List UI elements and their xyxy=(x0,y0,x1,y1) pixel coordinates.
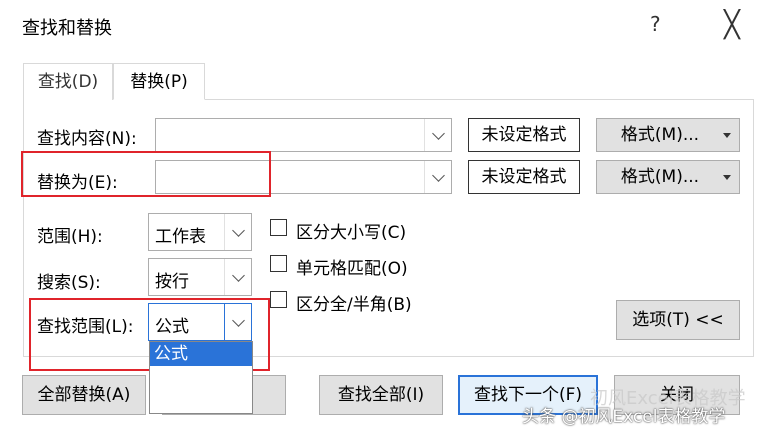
find-format-button[interactable]: 格式(M)... xyxy=(596,118,740,152)
replace-all-button[interactable]: 全部替换(A) xyxy=(22,375,146,415)
match-entire-checkbox[interactable] xyxy=(270,255,287,272)
chevron-down-icon[interactable] xyxy=(424,161,451,193)
search-select[interactable]: 按行 xyxy=(148,258,252,296)
replace-format-button[interactable]: 格式(M)... xyxy=(596,160,740,194)
close-icon[interactable]: ╳ xyxy=(714,8,750,44)
options-button[interactable]: 选项(T) << xyxy=(616,300,740,340)
chevron-down-icon[interactable] xyxy=(224,259,251,295)
dropdown-arrow-icon xyxy=(723,133,731,138)
dropdown-arrow-icon xyxy=(723,175,731,180)
look-in-dropdown: 公式 xyxy=(149,341,253,414)
match-entire-label: 单元格匹配(O) xyxy=(296,259,408,279)
match-byte-label: 区分全/半角(B) xyxy=(296,295,412,315)
look-in-option[interactable]: 公式 xyxy=(150,342,252,366)
search-value: 按行 xyxy=(155,272,189,292)
within-select[interactable]: 工作表 xyxy=(148,213,252,251)
help-icon[interactable]: ? xyxy=(650,12,661,36)
within-value: 工作表 xyxy=(155,227,206,247)
dialog-title: 查找和替换 xyxy=(22,18,112,39)
replace-format-status: 未设定格式 xyxy=(468,160,580,194)
find-all-button[interactable]: 查找全部(I) xyxy=(319,375,443,415)
search-label: 搜索(S): xyxy=(37,273,101,293)
within-label: 范围(H): xyxy=(37,227,103,247)
find-what-label: 查找内容(N): xyxy=(37,129,137,149)
match-byte-checkbox[interactable] xyxy=(270,291,287,308)
chevron-down-icon[interactable] xyxy=(424,119,451,151)
chevron-down-icon[interactable] xyxy=(224,214,251,250)
tab-find[interactable]: 查找(D) xyxy=(23,63,113,100)
replace-format-label: 格式(M)... xyxy=(620,167,700,187)
tab-replace[interactable]: 替换(P) xyxy=(113,63,205,100)
match-case-label: 区分大小写(C) xyxy=(296,223,407,243)
tab-replace-label: 替换(P) xyxy=(130,72,188,92)
find-format-status: 未设定格式 xyxy=(468,118,580,152)
match-case-checkbox[interactable] xyxy=(270,219,287,236)
find-what-input[interactable] xyxy=(155,118,452,152)
find-format-label: 格式(M)... xyxy=(620,125,700,145)
highlight-box-replace xyxy=(21,151,271,197)
watermark: 头条 @初风Excel表格教学 xyxy=(522,407,726,427)
tab-find-label: 查找(D) xyxy=(37,72,99,92)
